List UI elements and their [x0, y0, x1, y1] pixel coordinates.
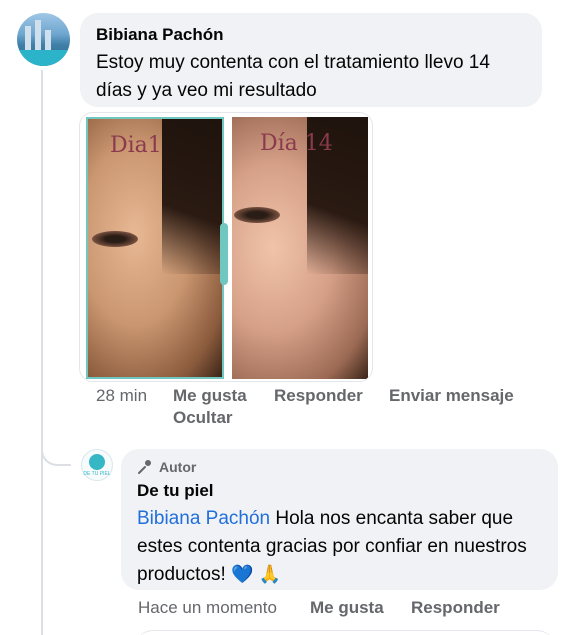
avatar-building	[45, 30, 51, 52]
reply-connector	[41, 430, 71, 466]
page-avatar[interactable]: DE TU PIEL	[81, 449, 113, 481]
author-badge-label: Autor	[159, 459, 197, 475]
eye	[92, 231, 138, 247]
author-badge: Autor	[137, 459, 542, 475]
comment-photo[interactable]: Dia1 Día 14	[79, 112, 373, 382]
timestamp[interactable]: 28 min	[96, 386, 147, 406]
hide-button[interactable]: Ocultar	[173, 408, 233, 428]
photo-label-day14: Día 14	[260, 131, 333, 156]
mention-link[interactable]: Bibiana Pachón	[137, 508, 270, 529]
praying-hands-icon: 🙏	[258, 564, 282, 585]
divider-handle	[220, 223, 228, 285]
blue-heart-icon: 💙	[231, 564, 254, 585]
comment-author[interactable]: De tu piel	[137, 481, 542, 501]
like-button[interactable]: Me gusta	[310, 598, 384, 618]
send-message-button[interactable]: Enviar mensaje	[389, 386, 514, 406]
photo-label-day1: Dia1	[110, 133, 162, 158]
reply-button[interactable]: Responder	[411, 598, 500, 618]
timestamp[interactable]: Hace un momento	[138, 598, 277, 618]
avatar-pool	[17, 50, 70, 66]
hair	[161, 119, 222, 274]
thread-line	[41, 70, 43, 635]
comment-bubble: Bibiana Pachón Estoy muy contenta con el…	[80, 13, 542, 107]
logo-icon	[89, 454, 105, 470]
comment-text: Estoy muy contenta con el tratamiento ll…	[96, 52, 490, 101]
reply-bubble: Autor De tu piel Bibiana Pachón Hola nos…	[121, 449, 558, 590]
next-comment-bubble	[135, 630, 555, 635]
after-photo: Día 14	[232, 117, 368, 379]
microphone-icon	[138, 460, 151, 474]
avatar-building	[35, 20, 41, 52]
reply-button[interactable]: Responder	[274, 386, 363, 406]
before-photo: Dia1	[86, 117, 224, 379]
avatar-building	[25, 26, 31, 52]
comment-author[interactable]: Bibiana Pachón	[96, 25, 526, 45]
like-button[interactable]: Me gusta	[173, 386, 247, 406]
avatar[interactable]	[17, 13, 70, 66]
eye	[234, 207, 280, 223]
comment-text: Bibiana Pachón Hola nos encanta saber qu…	[137, 505, 542, 589]
avatar-brand: DE TU PIEL	[83, 471, 111, 477]
